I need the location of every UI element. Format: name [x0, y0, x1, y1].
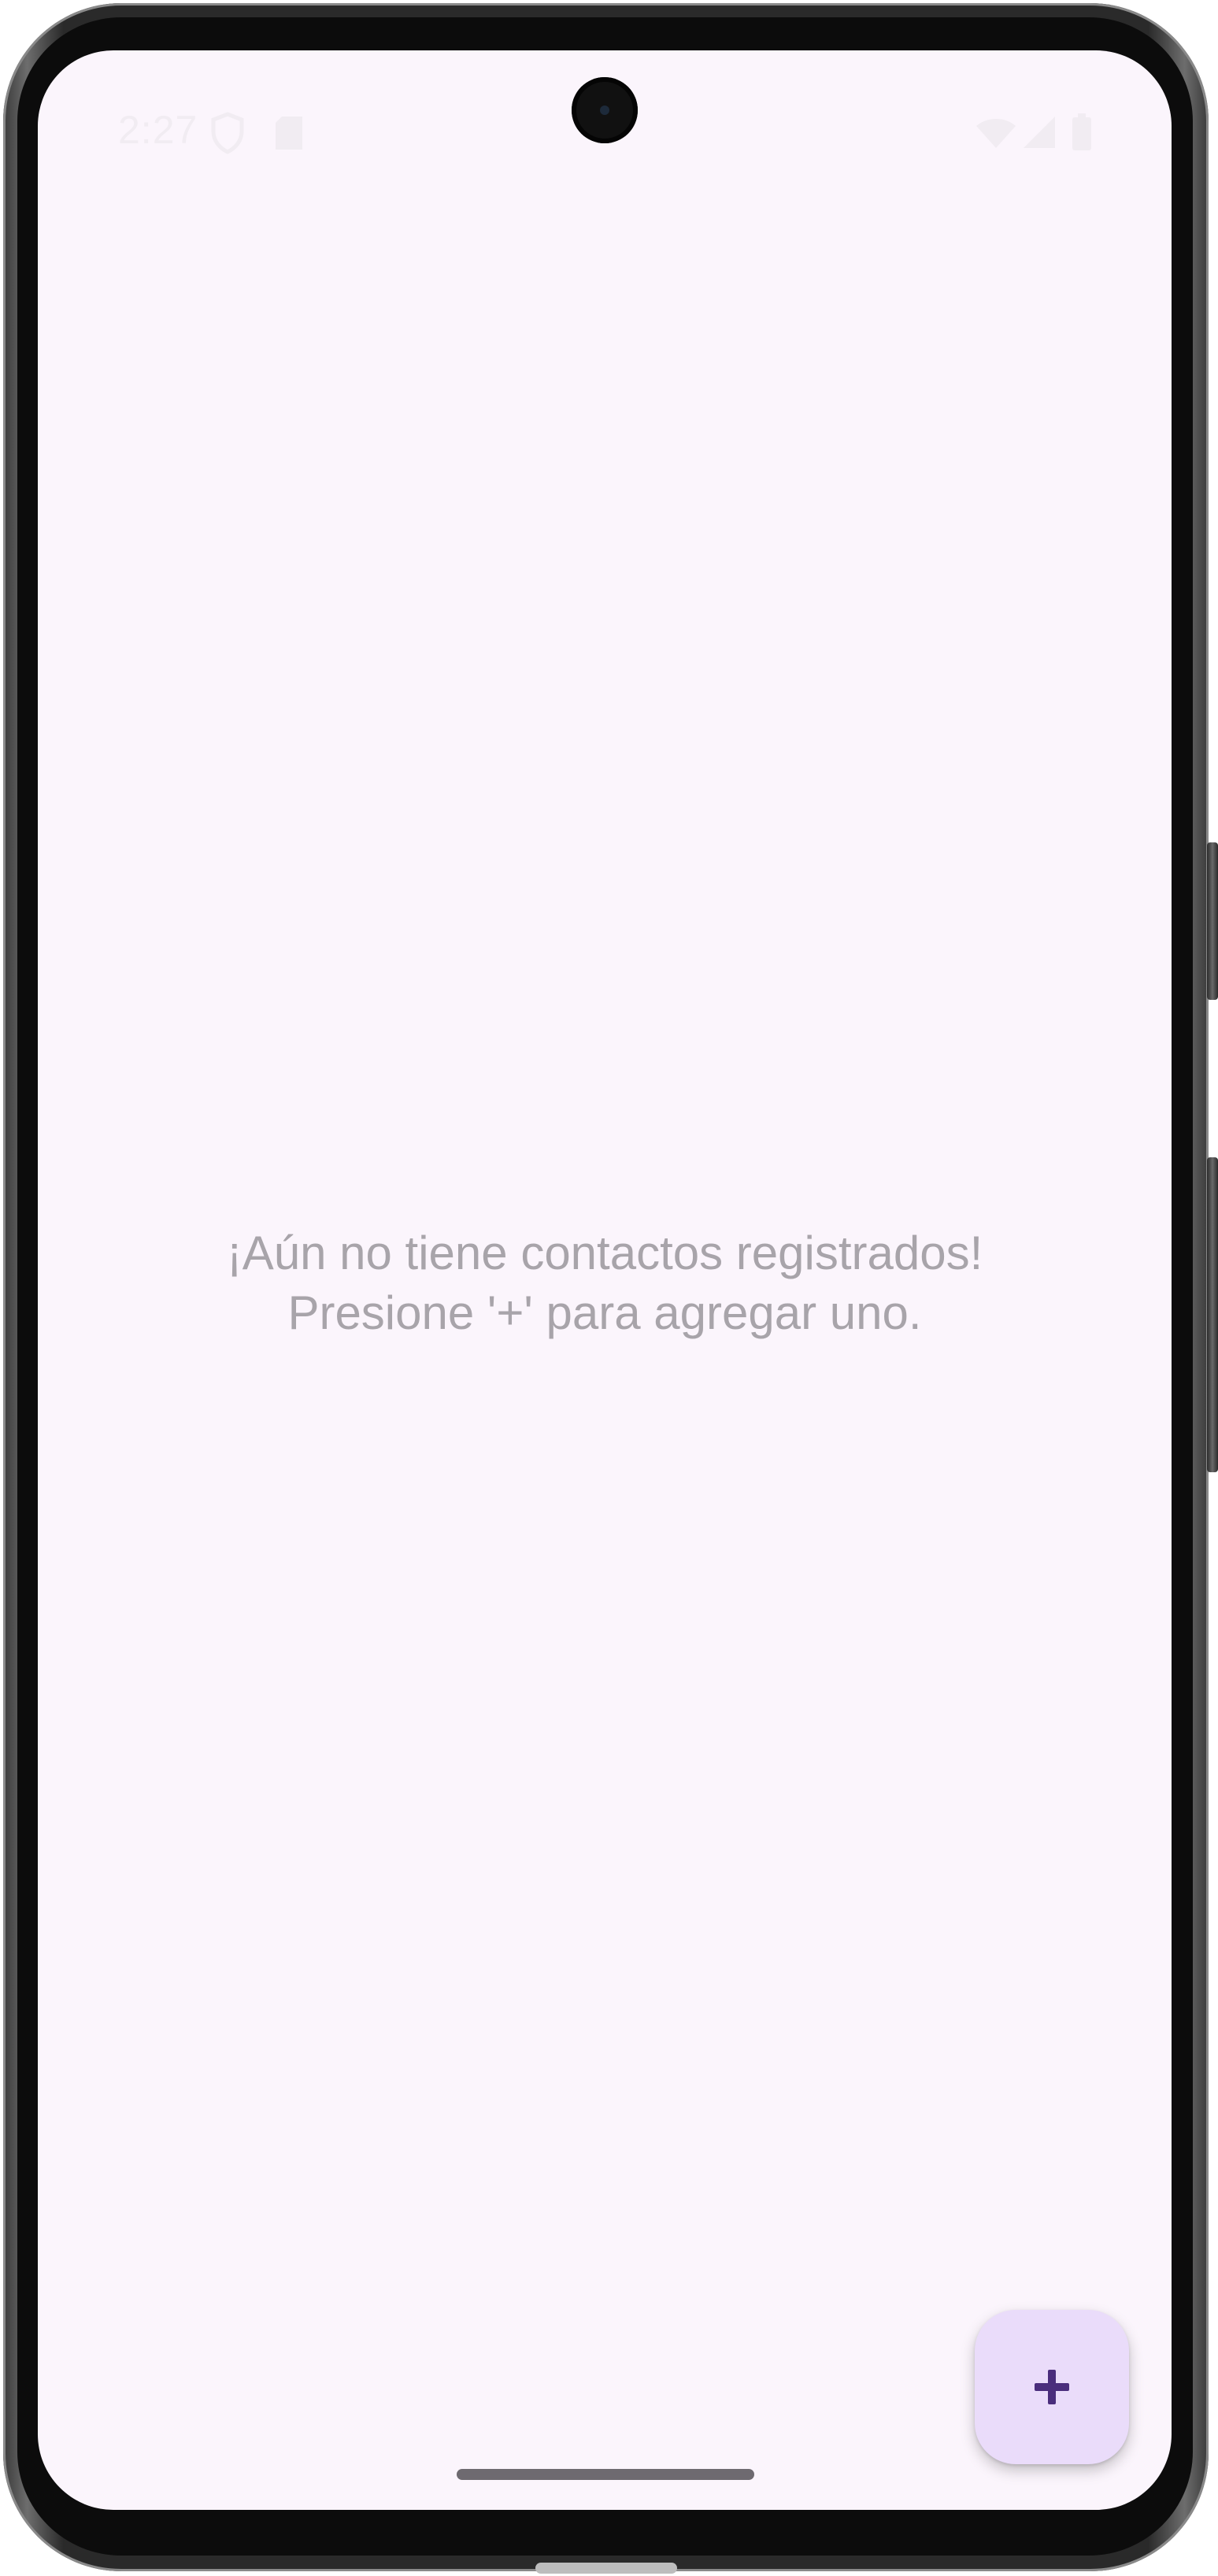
plus-icon: [1035, 2370, 1069, 2404]
signal-icon: [1024, 117, 1055, 148]
app-screen: 2:27 ¡Aún no tiene contactos registrados…: [38, 50, 1172, 2510]
status-time: 2:27: [118, 108, 198, 152]
volume-button: [1207, 1157, 1218, 1472]
add-contact-button[interactable]: [975, 2310, 1129, 2464]
empty-state-message: ¡Aún no tiene contactos registrados! Pre…: [38, 1223, 1172, 1343]
battery-icon: [1072, 113, 1091, 150]
bottom-speaker: [535, 2563, 677, 2574]
front-camera: [572, 77, 638, 143]
empty-state-line1: ¡Aún no tiene contactos registrados!: [226, 1227, 983, 1279]
gesture-nav-handle[interactable]: [457, 2469, 754, 2480]
wifi-icon: [976, 119, 1016, 148]
phone-device: 2:27 ¡Aún no tiene contactos registrados…: [0, 0, 1218, 2576]
empty-state-line2: Presione '+' para agregar uno.: [287, 1286, 922, 1339]
power-button: [1207, 842, 1218, 1000]
sdcard-icon: [276, 117, 302, 150]
shield-icon: [211, 112, 244, 154]
